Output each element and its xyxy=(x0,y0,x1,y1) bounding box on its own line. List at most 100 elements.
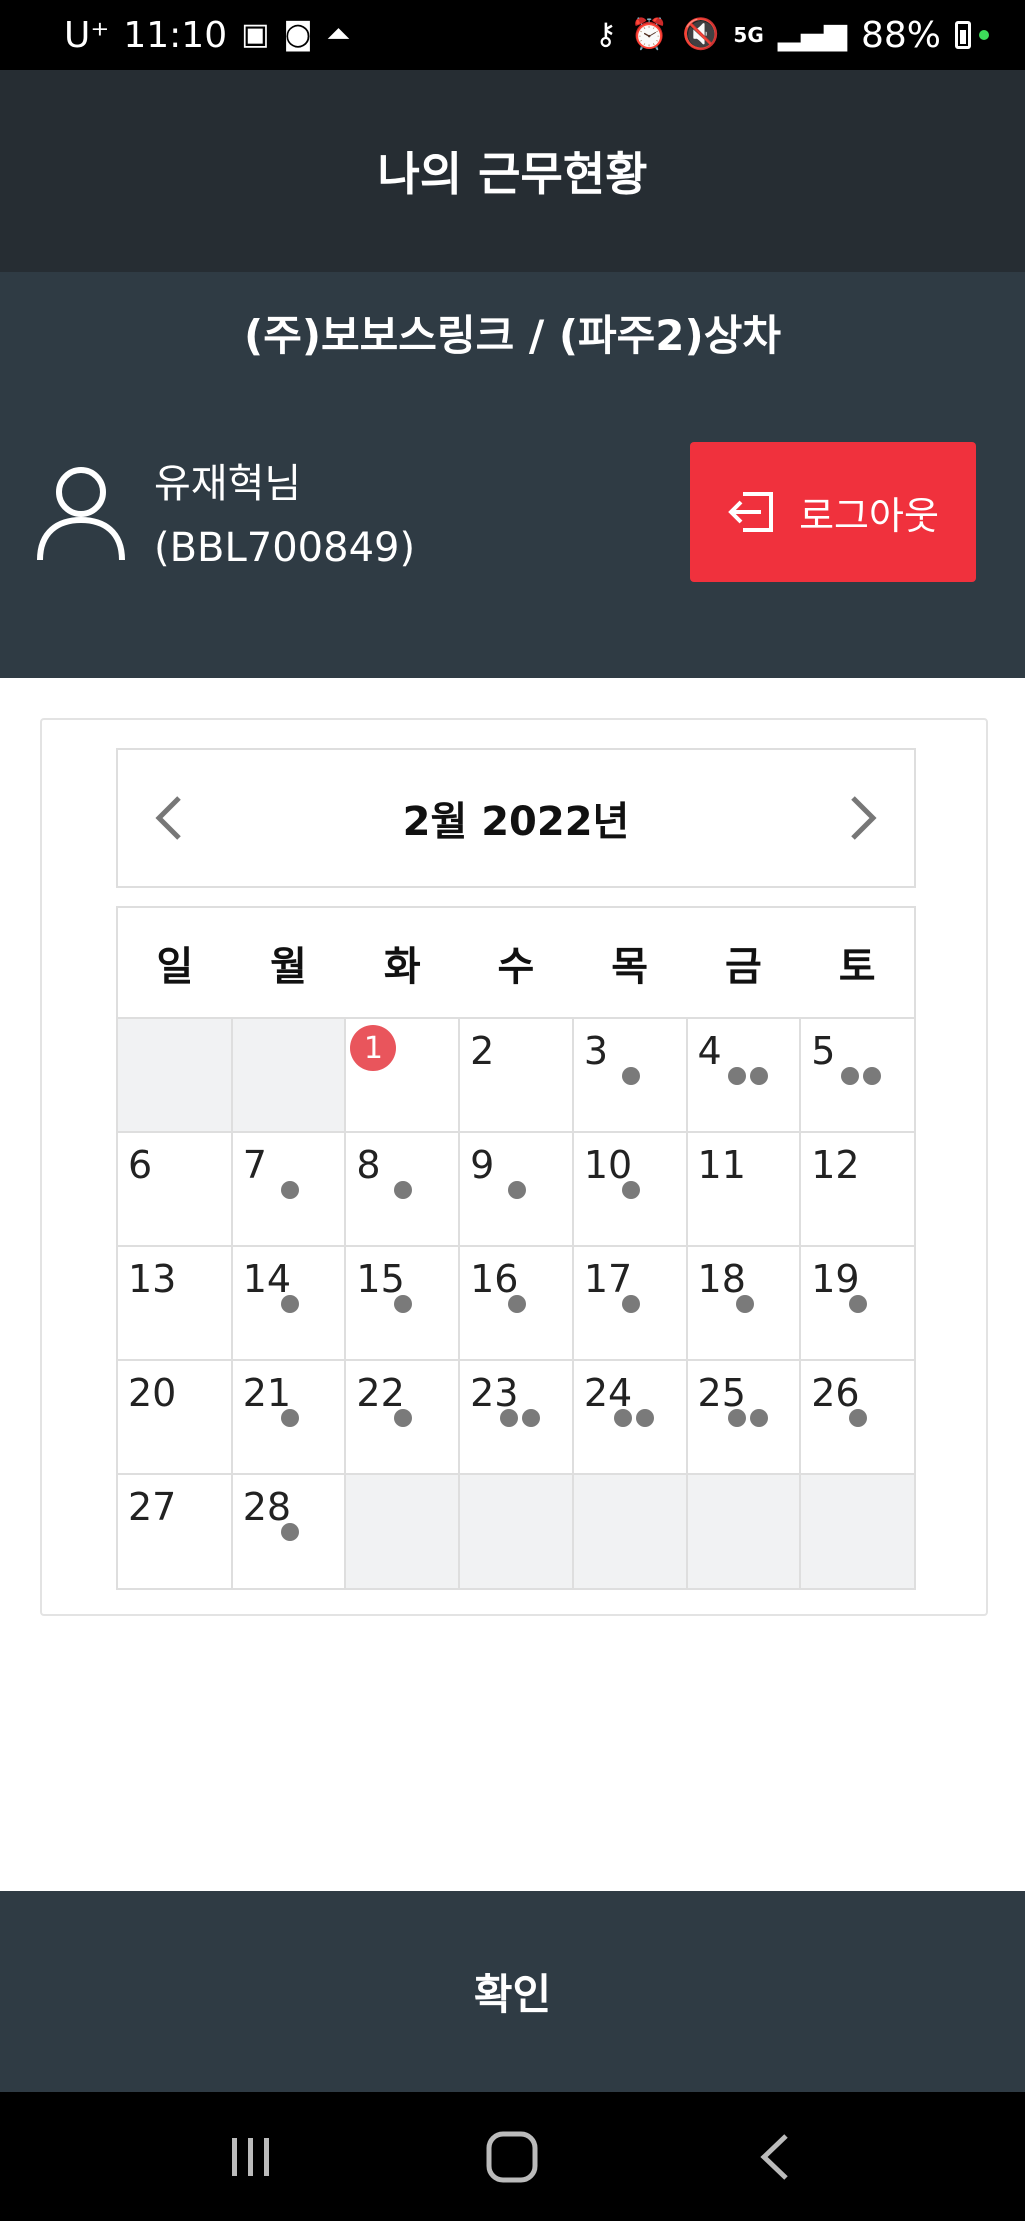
shift-indicator xyxy=(280,1295,299,1313)
logout-button[interactable]: 로그아웃 xyxy=(690,442,976,582)
privacy-dot-icon xyxy=(979,29,989,40)
shift-indicator xyxy=(727,1409,768,1427)
clock: 11:10 xyxy=(123,14,228,56)
shift-dot-icon xyxy=(280,1181,299,1199)
shift-dot-icon xyxy=(621,1067,640,1085)
calendar-day-cell[interactable]: 14 xyxy=(230,1245,347,1361)
weekday-header: 토 xyxy=(800,908,914,1019)
calendar-day-cell[interactable]: 21 xyxy=(230,1359,347,1475)
shift-indicator xyxy=(841,1067,882,1085)
calendar-day-cell[interactable]: 27 xyxy=(118,1473,233,1588)
calendar-card: 2월 2022년 일월화수목금토 1 2 3 4 5 6 7 8 9 10 11 12 13 14 15 16… xyxy=(40,718,988,1616)
recent-apps-button[interactable] xyxy=(211,2117,291,2197)
shift-dot-icon xyxy=(522,1409,541,1427)
calendar-day-cell[interactable]: 4 xyxy=(685,1018,802,1133)
calendar-day-cell[interactable]: 25 xyxy=(685,1359,802,1475)
chevron-right-icon xyxy=(851,796,877,840)
day-number: 12 xyxy=(811,1143,860,1187)
network-type: 5G xyxy=(733,23,764,47)
calendar-day-cell[interactable]: 7 xyxy=(230,1131,347,1247)
chevron-left-icon xyxy=(155,796,181,840)
day-number: 7 xyxy=(242,1143,267,1187)
calendar-day-cell[interactable]: 6 xyxy=(118,1131,233,1247)
calendar-empty-cell xyxy=(571,1473,688,1588)
day-number: 11 xyxy=(697,1143,746,1187)
back-button[interactable] xyxy=(734,2117,814,2197)
calendar-day-cell[interactable]: 11 xyxy=(685,1131,802,1247)
calendar-empty-cell xyxy=(458,1473,574,1588)
app-icon: ◙ xyxy=(283,17,313,52)
mute-icon: 🔇 xyxy=(682,17,720,52)
calendar-day-cell[interactable]: 17 xyxy=(571,1245,688,1361)
calendar-day-cell[interactable]: 8 xyxy=(344,1131,461,1247)
next-month-button[interactable] xyxy=(844,788,884,848)
calendar-day-cell[interactable]: 15 xyxy=(344,1245,461,1361)
weekday-header: 금 xyxy=(686,908,801,1019)
day-number: 8 xyxy=(356,1143,381,1187)
calendar-day-cell[interactable]: 10 xyxy=(571,1131,688,1247)
calendar-day-cell[interactable]: 3 xyxy=(571,1018,688,1133)
header: 나의 근무현황 xyxy=(0,70,1025,272)
shift-dot-icon xyxy=(613,1409,632,1427)
shift-indicator xyxy=(735,1295,754,1313)
calendar-day-cell[interactable]: 2 xyxy=(458,1018,574,1133)
shift-dot-icon xyxy=(621,1295,640,1313)
shift-dot-icon xyxy=(394,1409,413,1427)
calendar-week-row: 13 14 15 16 17 18 19 xyxy=(118,1245,914,1361)
calendar-day-cell[interactable]: 28 xyxy=(230,1473,347,1588)
calendar-day-cell[interactable]: 12 xyxy=(799,1131,914,1247)
shift-dot-icon xyxy=(394,1181,413,1199)
calendar-day-cell[interactable]: 1 xyxy=(344,1018,461,1133)
calendar-nav: 2월 2022년 xyxy=(116,748,916,888)
calendar-week-row: 20 21 22 23 24 25 26 xyxy=(118,1359,914,1475)
battery-icon xyxy=(955,21,971,49)
shift-dot-icon xyxy=(749,1067,768,1085)
calendar-empty-cell xyxy=(799,1473,914,1588)
calendar-week-row: 27 28 xyxy=(118,1473,914,1588)
company-label: (주)보보스링크 / (파주2)상차 xyxy=(244,310,781,360)
calendar-day-cell[interactable]: 18 xyxy=(685,1245,802,1361)
prev-month-button[interactable] xyxy=(148,788,188,848)
day-number: 9 xyxy=(470,1143,495,1187)
calendar-day-cell[interactable]: 24 xyxy=(571,1359,688,1475)
shift-indicator xyxy=(849,1409,868,1427)
shift-dot-icon xyxy=(621,1181,640,1199)
day-number: 20 xyxy=(128,1371,177,1415)
calendar-day-cell[interactable]: 16 xyxy=(458,1245,574,1361)
shift-dot-icon xyxy=(394,1295,413,1313)
day-number: 5 xyxy=(811,1029,836,1073)
weekday-header: 월 xyxy=(231,908,346,1019)
system-nav-bar xyxy=(0,2092,1025,2221)
calendar-day-cell[interactable]: 13 xyxy=(118,1245,233,1361)
gallery-icon: ▣ xyxy=(241,17,270,52)
calendar-body: 1 2 3 4 5 6 7 8 9 10 11 12 13 14 15 16 17 18 19 20 21 22 23 24 2… xyxy=(118,1018,914,1588)
user-icon xyxy=(37,467,125,561)
shift-indicator xyxy=(621,1295,640,1313)
calendar-week-row: 1 2 3 4 5 xyxy=(118,1018,914,1133)
shift-dot-icon xyxy=(500,1409,519,1427)
calendar-grid: 일월화수목금토 1 2 3 4 5 6 7 8 9 10 11 12 13 14 15 16 17 18 19 20 2… xyxy=(116,906,916,1590)
shift-indicator xyxy=(280,1181,299,1199)
shift-indicator xyxy=(500,1409,541,1427)
shift-dot-icon xyxy=(727,1409,746,1427)
shift-dot-icon xyxy=(280,1409,299,1427)
shift-indicator xyxy=(394,1409,413,1427)
confirm-button[interactable]: 확인 xyxy=(0,1891,1025,2092)
calendar-day-cell[interactable]: 9 xyxy=(458,1131,574,1247)
calendar-day-cell[interactable]: 20 xyxy=(118,1359,233,1475)
home-button[interactable] xyxy=(472,2117,552,2197)
calendar-day-cell[interactable]: 5 xyxy=(799,1018,914,1133)
weekday-row: 일월화수목금토 xyxy=(118,908,914,1019)
notification-icon: ⏶ xyxy=(326,17,351,52)
status-bar: U⁺ 11:10 ▣ ◙ ⏶ ⚷ ⏰ 🔇 5G ▂▄▆ 88% xyxy=(0,0,1025,70)
calendar-day-cell[interactable]: 26 xyxy=(799,1359,914,1475)
shift-dot-icon xyxy=(280,1523,299,1541)
calendar-day-cell[interactable]: 19 xyxy=(799,1245,914,1361)
recent-apps-icon xyxy=(231,2137,269,2176)
calendar-day-cell[interactable]: 23 xyxy=(458,1359,574,1475)
shift-dot-icon xyxy=(508,1181,527,1199)
day-number: 4 xyxy=(697,1029,722,1073)
calendar-empty-cell xyxy=(230,1018,347,1133)
calendar-day-cell[interactable]: 22 xyxy=(344,1359,461,1475)
employee-id: (BBL700849) xyxy=(154,525,416,571)
